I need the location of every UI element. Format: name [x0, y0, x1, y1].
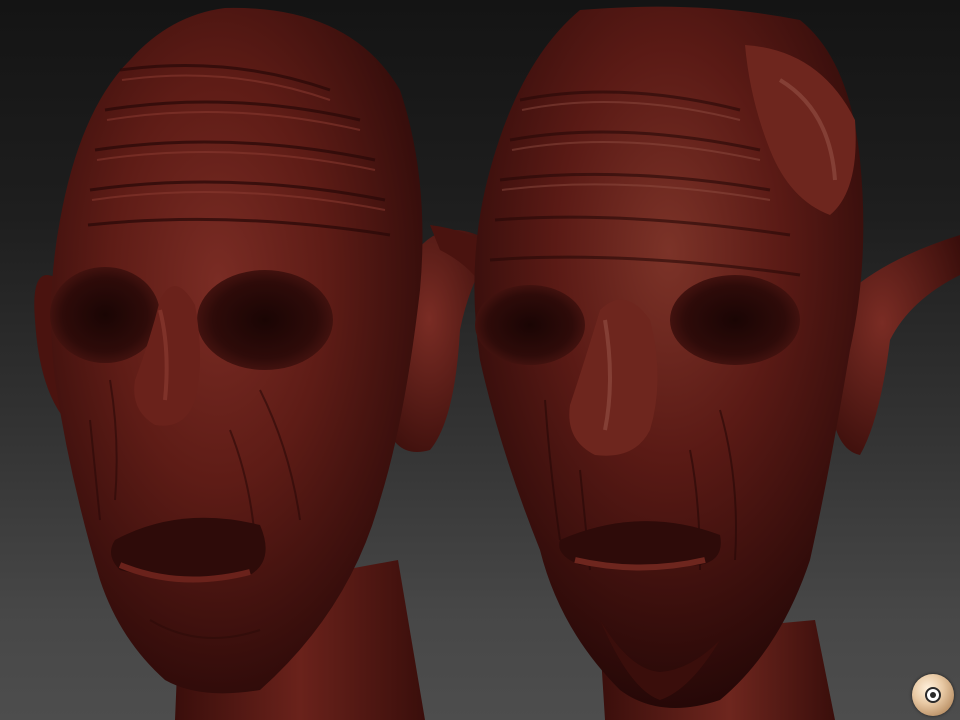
sculpt-viewport[interactable] [0, 0, 960, 720]
left-head-model [34, 7, 495, 720]
orbit-center-icon [925, 687, 941, 703]
left-head-eye-socket-2 [197, 270, 333, 370]
orbit-navigation-icon[interactable] [912, 674, 954, 716]
right-head-model [430, 6, 960, 720]
sculpt-scene [34, 6, 960, 720]
left-head-eye-socket [50, 267, 160, 363]
right-head-eye-socket [475, 285, 585, 365]
right-head-eye-socket-2 [670, 275, 800, 365]
